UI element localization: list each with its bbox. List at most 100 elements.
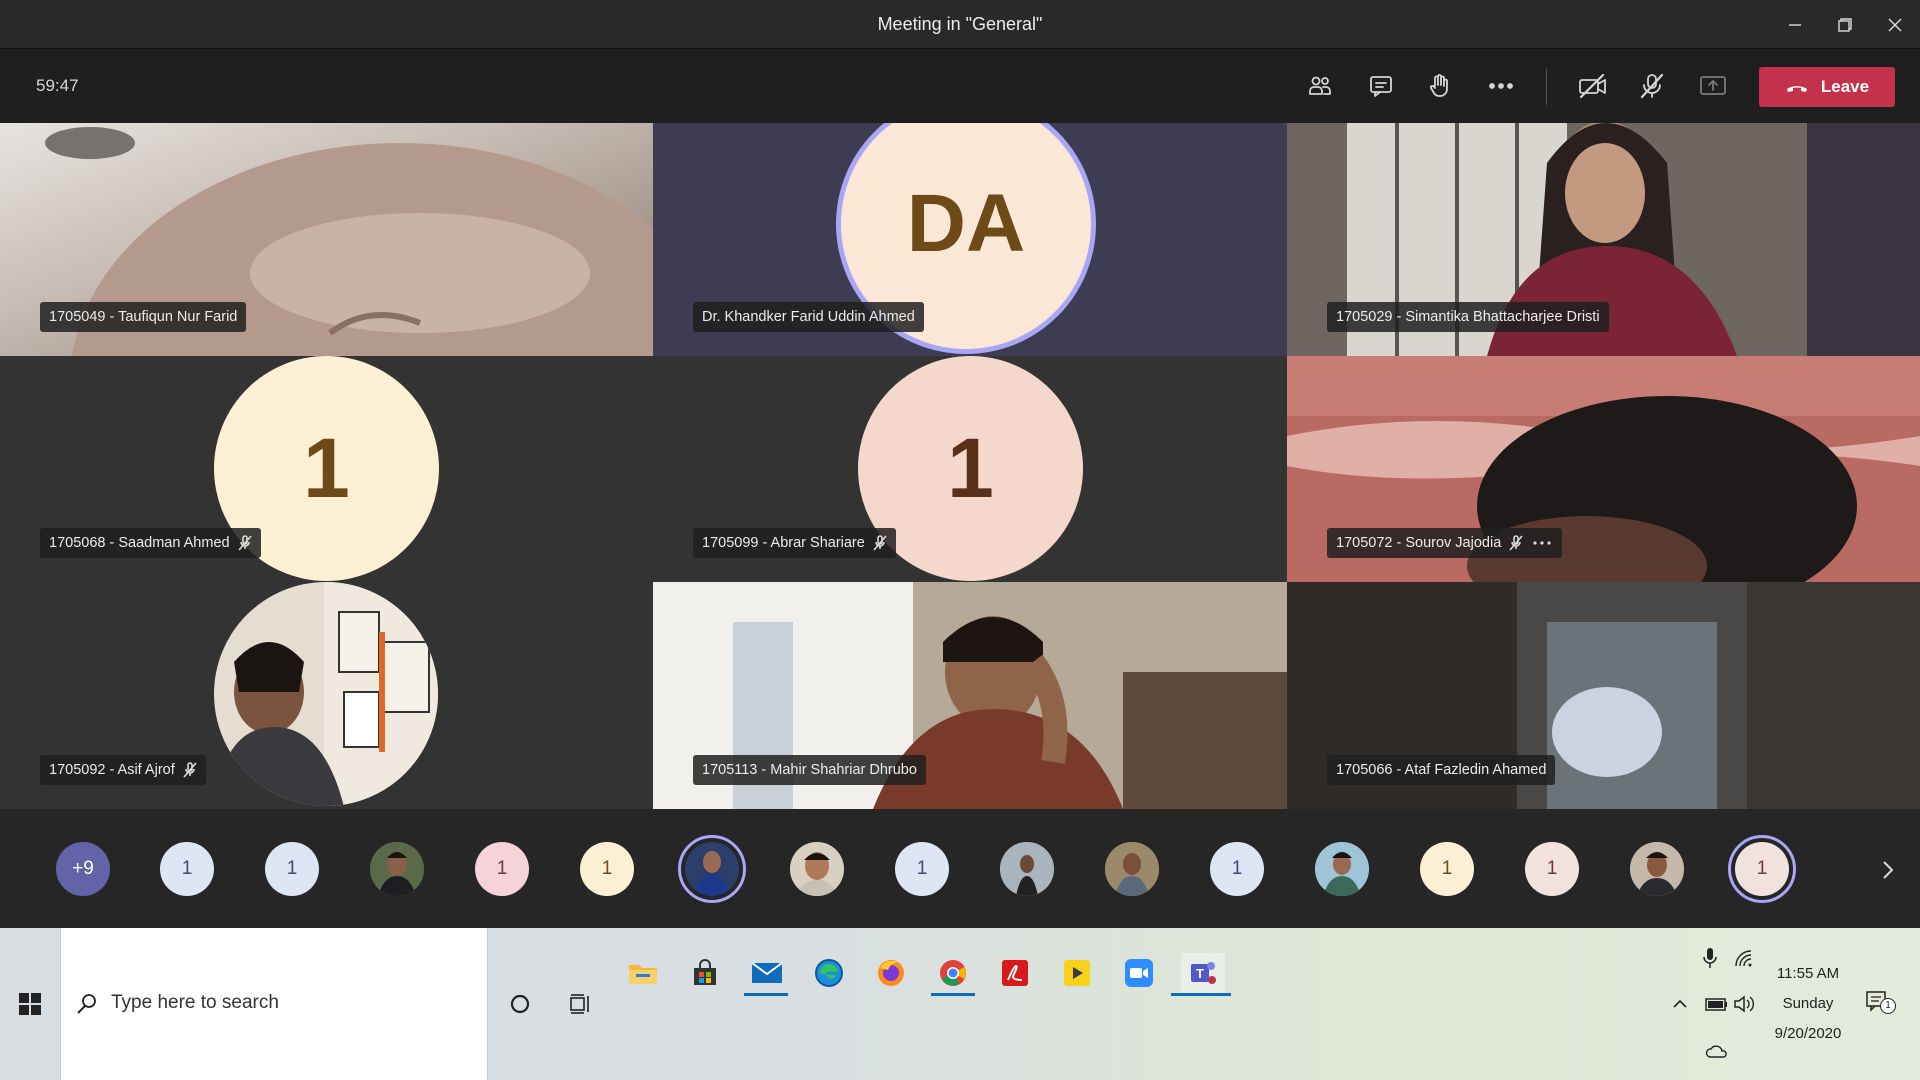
video-tile[interactable]: DA Dr. Khandker Farid Uddin Ahmed (653, 123, 1287, 356)
taskbar-search-box[interactable]: Type here to search (60, 928, 488, 1080)
cloud-icon (1705, 1045, 1727, 1058)
participant-name: 1705029 - Simantika Bhattacharjee Dristi (1336, 309, 1600, 325)
mic-off-icon (237, 535, 252, 551)
video-grid: 1705049 - Taufiqun Nur Farid DA Dr. Khan… (0, 123, 1920, 809)
video-tile[interactable]: 1705029 - Simantika Bhattacharjee Dristi (1287, 123, 1920, 356)
video-tile[interactable]: 1705049 - Taufiqun Nur Farid (0, 123, 653, 356)
edge-app[interactable] (809, 953, 849, 993)
clock-time[interactable]: 11:55 AM (1768, 965, 1848, 982)
close-icon (1888, 18, 1902, 31)
participant-photo-avatar[interactable] (1105, 842, 1159, 896)
participant-name: 1705068 - Saadman Ahmed (49, 535, 230, 551)
kmplayer-app[interactable] (1057, 953, 1097, 993)
mic-off-icon (873, 535, 887, 551)
participant-photo-avatar[interactable] (370, 842, 424, 896)
video-tile[interactable]: 1 1705099 - Abrar Shariare (653, 356, 1287, 582)
participant-avatar[interactable]: 1 (475, 842, 529, 896)
minimize-button[interactable] (1770, 0, 1820, 49)
location-icon[interactable] (1730, 938, 1758, 978)
show-hidden-icons-button[interactable] (1666, 984, 1694, 1024)
title-bar: Meeting in "General" (0, 0, 1920, 49)
chrome-app[interactable] (933, 953, 973, 993)
participant-avatar[interactable]: 1 (265, 842, 319, 896)
participant-name: 1705066 - Ataf Fazledin Ahamed (1336, 762, 1547, 778)
restore-icon (1838, 17, 1852, 32)
onedrive-icon[interactable] (1703, 1032, 1731, 1072)
teams-active-indicator (1171, 993, 1231, 996)
microsoft-store-app[interactable] (685, 953, 725, 993)
person-photo (685, 842, 739, 896)
cortana-button[interactable] (500, 984, 540, 1024)
participant-photo-avatar[interactable] (678, 835, 746, 903)
more-actions-button[interactable] (1479, 64, 1523, 108)
video-tile[interactable]: 1705092 - Asif Ajrof (0, 582, 653, 809)
mail-app[interactable] (747, 953, 787, 993)
microphone-in-use-icon[interactable] (1696, 938, 1724, 978)
participant-photo-avatar[interactable] (790, 842, 844, 896)
participant-name: 1705049 - Taufiqun Nur Farid (49, 309, 238, 325)
participant-name-tag: 1705113 - Mahir Shahriar Dhrubo (693, 755, 926, 785)
participant-avatar[interactable]: 1 (1525, 842, 1579, 896)
scroll-right-button[interactable] (1872, 854, 1904, 886)
camera-toggle-button[interactable] (1571, 64, 1615, 108)
edge-icon (815, 959, 843, 987)
person-photo (790, 842, 844, 896)
zoom-app[interactable] (1119, 953, 1159, 993)
participant-photo-avatar[interactable] (1630, 842, 1684, 896)
task-view-button[interactable] (560, 984, 600, 1024)
svg-text:T: T (1196, 966, 1204, 981)
mic-off-icon (1509, 535, 1523, 551)
more-options-icon[interactable] (1531, 535, 1553, 551)
video-tile[interactable]: 1705113 - Mahir Shahriar Dhrubo (653, 582, 1287, 809)
mic-toggle-button[interactable] (1630, 64, 1674, 108)
participant-avatar[interactable]: 1 (1210, 842, 1264, 896)
restore-button[interactable] (1820, 0, 1870, 49)
participants-icon (1309, 76, 1331, 95)
start-button[interactable] (10, 984, 50, 1024)
volume-icon[interactable] (1731, 984, 1759, 1024)
acrobat-app[interactable] (995, 953, 1035, 993)
participant-avatar[interactable]: 1 (895, 842, 949, 896)
folder-icon (629, 965, 657, 984)
windows-taskbar: Type here to search T 11:55 AM Sunday 9/… (0, 928, 1920, 1080)
participant-name-tag: 1705072 - Sourov Jajodia (1327, 528, 1563, 558)
store-bag-icon (694, 959, 716, 985)
participant-name-tag: 1705066 - Ataf Fazledin Ahamed (1327, 755, 1556, 785)
video-tile[interactable]: 1 1705068 - Saadman Ahmed (0, 356, 653, 582)
action-center-button[interactable]: 1 (1860, 982, 1896, 1022)
search-icon (77, 994, 96, 1014)
file-explorer-app[interactable] (623, 953, 663, 993)
firefox-app[interactable] (871, 953, 911, 993)
clock-date: 9/20/2020 (1774, 1025, 1842, 1042)
participant-photo-avatar[interactable] (1000, 842, 1054, 896)
cortana-circle-icon (510, 994, 530, 1014)
windows-logo-icon (19, 993, 41, 1015)
video-tile[interactable]: 1705066 - Ataf Fazledin Ahamed (1287, 582, 1920, 809)
mic-off-icon (1640, 73, 1664, 99)
battery-icon[interactable] (1703, 984, 1731, 1024)
person-photo (1105, 842, 1159, 896)
hang-up-icon (1786, 86, 1807, 92)
participant-avatar[interactable]: 1 (1728, 835, 1796, 903)
participant-photo-avatar[interactable] (1315, 842, 1369, 896)
raise-hand-button[interactable] (1418, 64, 1462, 108)
teams-app[interactable]: T (1181, 953, 1225, 993)
mail-active-indicator (744, 993, 788, 996)
leave-button[interactable]: Leave (1759, 67, 1895, 107)
camera-off-icon (1579, 73, 1606, 99)
participant-name-tag: 1705029 - Simantika Bhattacharjee Dristi (1327, 302, 1609, 332)
participant-avatar[interactable]: 1 (1420, 842, 1474, 896)
close-button[interactable] (1870, 0, 1920, 49)
chat-button[interactable] (1359, 64, 1403, 108)
teams-icon: T (1191, 962, 1216, 984)
participants-button[interactable] (1298, 64, 1342, 108)
participant-avatar[interactable]: 1 (160, 842, 214, 896)
participant-avatar[interactable]: 1 (580, 842, 634, 896)
share-screen-button[interactable] (1691, 64, 1735, 108)
search-placeholder: Type here to search (111, 992, 279, 1013)
firefox-icon (878, 960, 904, 986)
meeting-toolbar: 59:47 Leave (0, 49, 1920, 123)
overflow-participants-button[interactable]: +9 (56, 842, 110, 896)
mic-off-icon (183, 762, 197, 778)
video-tile[interactable]: 1705072 - Sourov Jajodia (1287, 356, 1920, 582)
